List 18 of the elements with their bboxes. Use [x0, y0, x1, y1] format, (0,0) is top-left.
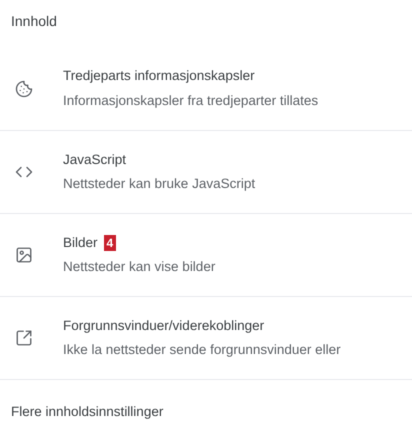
settings-row[interactable]: JavaScript Nettsteder kan bruke JavaScript: [0, 130, 412, 213]
settings-row[interactable]: Forgrunnsvinduer/viderekoblinger Ikke la nettsteder sende forgrunnsvinduer eller: [0, 296, 412, 379]
settings-row[interactable]: Bilder 4 Nettsteder kan vise bilder: [0, 213, 412, 296]
row-subtitle: Nettsteder kan bruke JavaScript: [63, 175, 256, 193]
settings-row[interactable]: Tredjeparts informasjonskapsler Informasjonskapsler fra tredjeparter tillates: [0, 47, 412, 130]
row-title: Forgrunnsvinduer/viderekoblinger: [63, 316, 264, 335]
row-subtitle: Ikke la nettsteder sende forgrunnsvinduer eller: [63, 341, 341, 359]
row-title: Tredjeparts informasjonskapsler: [63, 67, 255, 86]
row-title: JavaScript: [63, 150, 126, 169]
external-link-icon: [15, 329, 33, 347]
more-settings-link[interactable]: Flere innholdsinnstillinger: [11, 404, 164, 419]
row-subtitle: Nettsteder kan vise bilder: [63, 258, 216, 276]
cookie-icon: [15, 80, 33, 98]
row-title: Bilder: [63, 234, 98, 252]
image-icon: [15, 246, 33, 264]
row-subtitle: Informasjonskapsler fra tredjeparter tillates: [63, 92, 318, 110]
number-badge: 4: [104, 234, 116, 251]
section-title: Innhold: [11, 13, 57, 29]
